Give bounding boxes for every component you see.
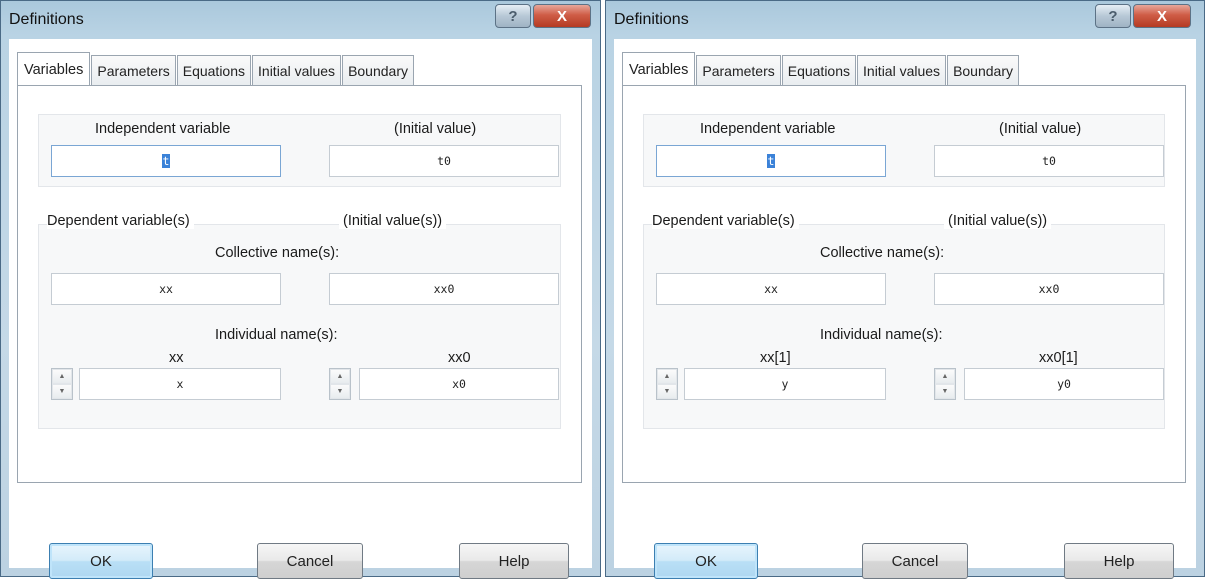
close-icon: X [1156,7,1167,25]
spin-up-arrow-icon[interactable]: ▲ [657,369,677,384]
individual-variable-input[interactable]: y [684,368,886,400]
individual-initial-spinner[interactable]: ▲ ▼ [329,368,351,400]
independent-variable-group: Independent variable (Initial value) t t… [38,114,561,187]
individual-names-label: Individual name(s): [215,327,338,343]
dependent-variables-label: Dependent variable(s) [47,213,194,229]
individual-variable-input[interactable]: x [79,368,281,400]
definitions-dialog-right: Definitions ? X Variables Parameters Equ… [605,0,1205,579]
help-button[interactable]: Help [459,543,569,579]
collective-name-input[interactable]: xx [51,273,281,305]
collective-name-input[interactable]: xx [656,273,886,305]
help-titlebar-button[interactable]: ? [1095,4,1131,28]
spin-up-arrow-icon[interactable]: ▲ [330,369,350,384]
independent-variable-input[interactable]: t [51,145,281,177]
spin-down-arrow-icon[interactable]: ▼ [52,384,72,399]
help-button[interactable]: Help [1064,543,1174,579]
variables-tab-panel: Independent variable (Initial value) t t… [622,85,1186,483]
tab-variables[interactable]: Variables [17,52,91,86]
spin-down-arrow-icon[interactable]: ▼ [935,384,955,399]
individual-initial-value-input[interactable]: x0 [359,368,559,400]
collective-names-label: Collective name(s): [820,245,945,261]
spin-up-arrow-icon[interactable]: ▲ [52,369,72,384]
individual-initial-spinner[interactable]: ▲ ▼ [934,368,956,400]
tab-parameters[interactable]: Parameters [696,55,781,85]
tab-variables[interactable]: Variables [622,52,696,86]
initial-value-label: (Initial value) [394,121,477,137]
tab-boundary[interactable]: Boundary [342,55,414,85]
collective-initial-value-input[interactable]: xx0 [934,273,1164,305]
tab-initial-values[interactable]: Initial values [252,55,342,85]
individual-variable-label: xx [169,350,184,366]
independent-initial-value-input[interactable]: t0 [934,145,1164,177]
initial-values-label: (Initial value(s)) [944,213,1052,229]
tab-boundary[interactable]: Boundary [947,55,1019,85]
cancel-button[interactable]: Cancel [257,543,363,579]
tab-equations[interactable]: Equations [176,55,252,85]
ok-button[interactable]: OK [654,543,758,579]
question-mark-icon: ? [508,7,518,25]
title-bar[interactable]: Definitions ? X [1,1,600,39]
tab-equations[interactable]: Equations [781,55,857,85]
spin-up-arrow-icon[interactable]: ▲ [935,369,955,384]
independent-variable-label: Independent variable [700,121,836,137]
individual-initial-label: xx0[1] [1039,350,1078,366]
independent-variable-input[interactable]: t [656,145,886,177]
dependent-variables-label: Dependent variable(s) [652,213,799,229]
individual-initial-value-input[interactable]: y0 [964,368,1164,400]
close-icon: X [556,7,567,25]
collective-initial-value-input[interactable]: xx0 [329,273,559,305]
close-button[interactable]: X [1133,4,1191,28]
initial-value-label: (Initial value) [999,121,1082,137]
spin-down-arrow-icon[interactable]: ▼ [330,384,350,399]
tab-initial-values[interactable]: Initial values [857,55,947,85]
dependent-variables-group: Dependent variable(s) (Initial value(s))… [38,213,561,429]
tab-strip: Variables Parameters Equations Initial v… [17,51,415,86]
variables-tab-panel: Independent variable (Initial value) t t… [17,85,582,483]
dialog-client-area: Variables Parameters Equations Initial v… [9,39,592,579]
initial-values-label: (Initial value(s)) [339,213,447,229]
dialog-title: Definitions [614,11,689,28]
definitions-dialog-left: Definitions ? X Variables Parameters Equ… [0,0,601,579]
independent-variable-group: Independent variable (Initial value) t t… [643,114,1165,187]
dialog-client-area: Variables Parameters Equations Initial v… [614,39,1196,579]
individual-variable-spinner[interactable]: ▲ ▼ [51,368,73,400]
dialog-title: Definitions [9,11,84,28]
dependent-variables-group: Dependent variable(s) (Initial value(s))… [643,213,1165,429]
spin-down-arrow-icon[interactable]: ▼ [657,384,677,399]
ok-button[interactable]: OK [49,543,153,579]
close-button[interactable]: X [533,4,591,28]
individual-names-label: Individual name(s): [820,327,943,343]
individual-initial-label: xx0 [448,350,471,366]
question-mark-icon: ? [1108,7,1118,25]
tab-strip: Variables Parameters Equations Initial v… [622,51,1020,86]
independent-variable-label: Independent variable [95,121,231,137]
tab-parameters[interactable]: Parameters [91,55,176,85]
cancel-button[interactable]: Cancel [862,543,968,579]
help-titlebar-button[interactable]: ? [495,4,531,28]
collective-names-label: Collective name(s): [215,245,340,261]
individual-variable-label: xx[1] [760,350,791,366]
independent-initial-value-input[interactable]: t0 [329,145,559,177]
title-bar[interactable]: Definitions ? X [606,1,1204,39]
individual-variable-spinner[interactable]: ▲ ▼ [656,368,678,400]
